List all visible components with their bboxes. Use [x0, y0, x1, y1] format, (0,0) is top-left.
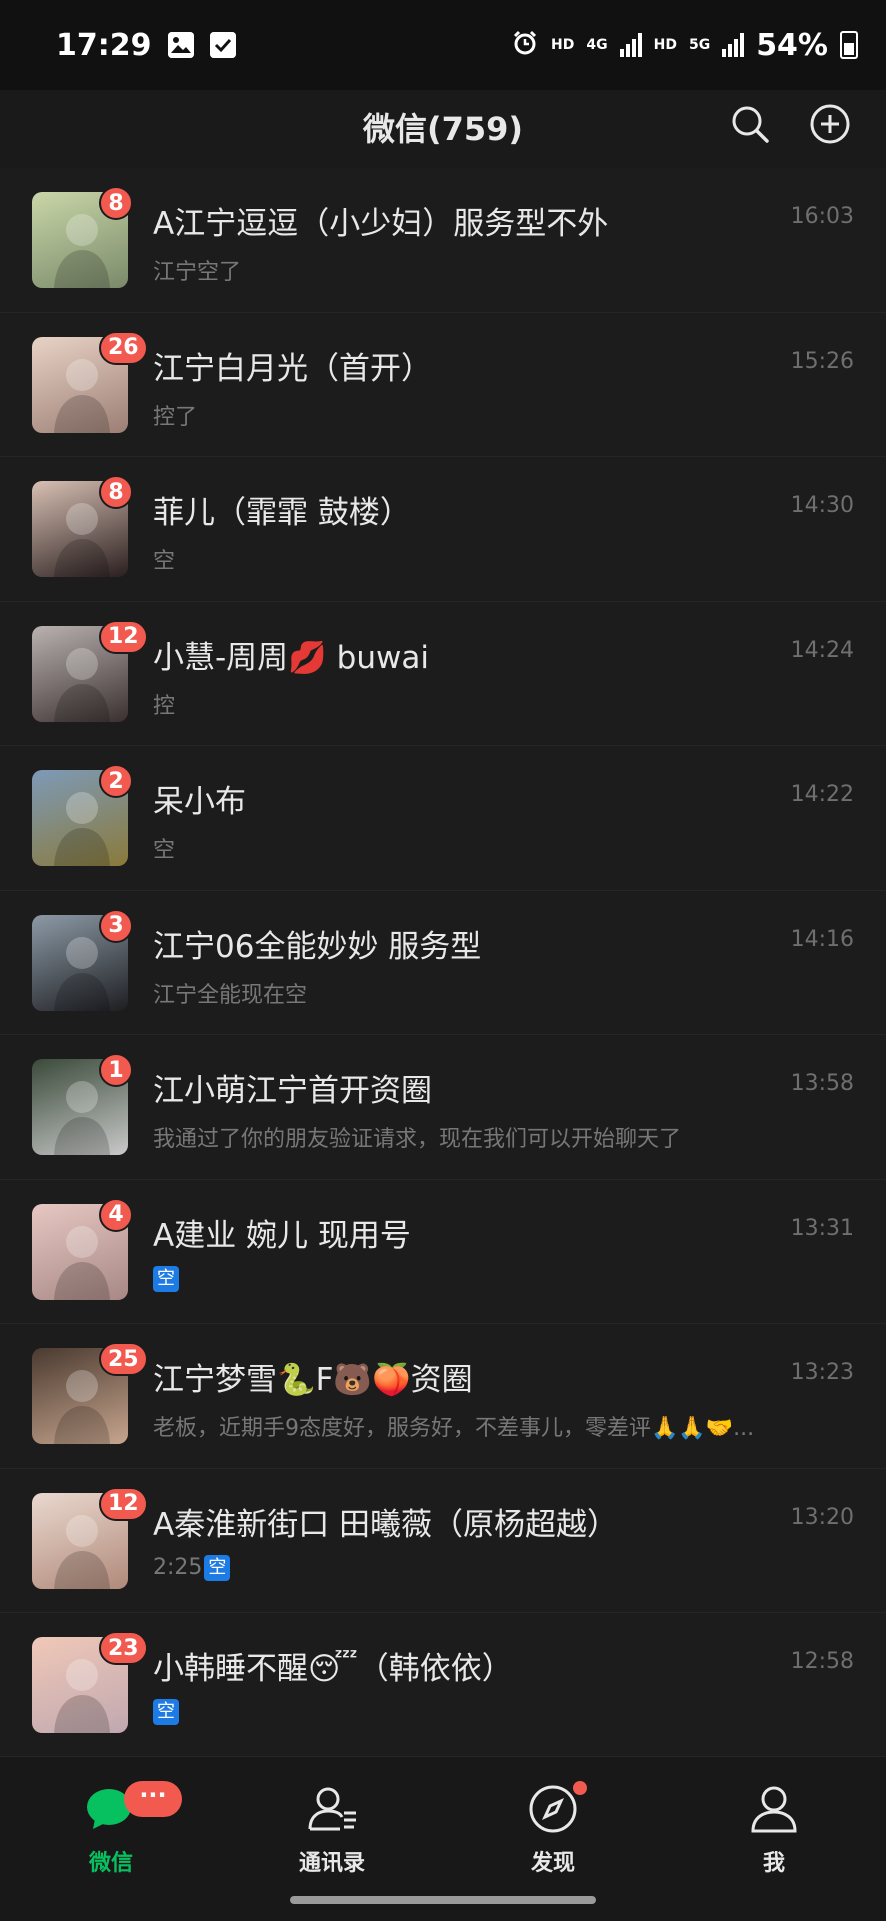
chat-name: 江宁梦雪🐍F🐻🍑资圈 — [153, 1362, 473, 1398]
chat-row[interactable]: 8 菲儿（霏霏 鼓楼） 空 14:30 — [0, 457, 886, 602]
chat-preview-text: 2:25 — [153, 1554, 203, 1580]
chat-name: 江小萌江宁首开资圈 — [153, 1073, 432, 1109]
tab-chats-label: 微信 — [88, 1851, 133, 1876]
unread-badge: 8 — [99, 186, 133, 220]
chat-name: A江宁逗逗（小少妇）服务型不外 — [153, 206, 609, 242]
chat-unread-badge: ··· — [124, 1781, 182, 1817]
network-hd-label: HD — [551, 37, 575, 53]
unread-badge: 12 — [99, 1486, 148, 1521]
status-tag: 空 — [153, 1265, 179, 1292]
chat-row[interactable]: 1 江小萌江宁首开资圈我通过了你的朋友验证请求，现在我们可以开始聊天了 13:58 — [0, 1035, 886, 1180]
chat-row[interactable]: 23 小韩睡不醒😴（韩依依） 空 12:58 — [0, 1613, 886, 1758]
unread-badge: 1 — [99, 1053, 133, 1087]
unread-badge: 25 — [99, 1342, 148, 1376]
chat-name: 小慧-周周💋 buwai — [153, 639, 429, 676]
chat-time: 16:03 — [790, 204, 854, 229]
chat-name: A建业 婉儿 现用号 — [153, 1217, 411, 1254]
chat-time: 14:24 — [790, 637, 854, 663]
search-icon — [732, 106, 769, 143]
unread-badge: 12 — [99, 619, 148, 654]
discover-dot-badge — [573, 1781, 587, 1795]
tab-me[interactable]: 我 — [694, 1783, 854, 1877]
checkbox-icon — [209, 32, 236, 58]
status-tag: 空 — [153, 1699, 179, 1725]
status-time: 17:29 — [56, 27, 152, 63]
image-icon — [167, 32, 194, 58]
chat-row[interactable]: 3 江宁06全能妙妙 服务型江宁全能现在空 14:16 — [0, 890, 886, 1035]
chat-row[interactable]: 4 A建业 婉儿 现用号空 13:31 — [0, 1179, 886, 1324]
chat-preview: 江宁全能现在空 — [153, 982, 308, 1008]
unread-badge: 26 — [99, 330, 148, 365]
network-5g-label: 5G — [688, 37, 711, 53]
chat-time: 13:20 — [790, 1504, 854, 1530]
plus-circle-icon — [810, 104, 850, 144]
top-nav-bar: 微信(759) — [0, 90, 886, 168]
chat-name: 江宁06全能妙妙 服务型 — [153, 928, 482, 965]
tab-discover[interactable]: 发现 — [473, 1781, 633, 1877]
chat-preview: 空 — [153, 549, 176, 574]
contacts-icon — [306, 1783, 358, 1835]
chat-time: 14:16 — [790, 926, 854, 952]
chat-preview: 江宁空了 — [153, 260, 242, 285]
unread-badge: 2 — [99, 764, 133, 798]
tab-contacts[interactable]: 通讯录 — [252, 1783, 412, 1877]
chat-preview: 2:25 空 — [153, 1554, 231, 1581]
search-button[interactable] — [726, 100, 774, 148]
tab-discover-label: 发现 — [530, 1851, 575, 1876]
chat-time: 15:26 — [790, 348, 854, 374]
compass-icon — [527, 1781, 587, 1835]
chat-name: 江宁白月光（首开） — [153, 350, 432, 387]
chat-preview: 控 — [153, 693, 176, 719]
chat-row[interactable]: 12 A秦淮新街口 田曦薇（原杨超越） 2:25 空 13:20 — [0, 1468, 886, 1613]
person-icon — [748, 1783, 800, 1835]
chat-time: 12:58 — [790, 1649, 854, 1674]
add-button[interactable] — [806, 100, 854, 148]
chat-time: 13:31 — [790, 1215, 854, 1241]
chat-preview: 老板，近期手9态度好，服务好，不差事儿，零差评🙏🙏🤝... — [153, 1416, 755, 1441]
unread-badge: 4 — [99, 1197, 133, 1232]
unread-badge: 3 — [99, 908, 133, 943]
chat-time: 14:22 — [790, 782, 854, 807]
home-indicator — [290, 1896, 596, 1904]
chat-name: 呆小布 — [153, 784, 246, 820]
chat-preview: 控了 — [153, 404, 198, 430]
unread-badge: 8 — [99, 475, 133, 509]
chat-row[interactable]: 25 江宁梦雪🐍F🐻🍑资圈老板，近期手9态度好，服务好，不差事儿，零差评🙏🙏🤝..… — [0, 1324, 886, 1469]
chat-name: 小韩睡不醒😴（韩依依） — [153, 1651, 513, 1687]
signal-icon-2 — [722, 33, 745, 57]
chat-name: 菲儿（霏霏 鼓楼） — [153, 495, 411, 531]
network-4g-label: 4G — [586, 37, 608, 53]
tab-contacts-label: 通讯录 — [298, 1851, 365, 1876]
status-bar: 17:29 HD 4G HD 5G 54% — [0, 0, 886, 90]
chat-name: A秦淮新街口 田曦薇（原杨超越） — [153, 1506, 619, 1543]
chat-preview: 空 — [153, 838, 176, 863]
signal-icon — [619, 33, 642, 57]
chat-row[interactable]: 12 小慧-周周💋 buwai 控 14:24 — [0, 601, 886, 746]
chat-row[interactable]: 2 呆小布空 14:22 — [0, 746, 886, 891]
chat-time: 14:30 — [790, 493, 854, 518]
chat-list: 8 A江宁逗逗（小少妇）服务型不外江宁空了 16:03 26 江宁白月光（首开） 控了 15… — [0, 168, 886, 1758]
chat-time: 13:58 — [790, 1071, 854, 1096]
chat-row[interactable]: 26 江宁白月光（首开） 控了 15:26 — [0, 312, 886, 457]
network-hd-label-2: HD — [653, 37, 677, 53]
battery-icon — [840, 31, 858, 59]
unread-badge: 23 — [99, 1631, 148, 1665]
chat-preview: 我通过了你的朋友验证请求，现在我们可以开始聊天了 — [153, 1127, 682, 1152]
battery-percent: 54% — [756, 27, 828, 63]
status-tag: 空 — [204, 1554, 231, 1581]
tab-me-label: 我 — [762, 1851, 785, 1876]
chat-row[interactable]: 8 A江宁逗逗（小少妇）服务型不外江宁空了 16:03 — [0, 168, 886, 313]
chat-preview: 空 — [153, 1265, 179, 1292]
chat-time: 13:23 — [790, 1360, 854, 1385]
alarm-icon — [511, 29, 539, 61]
chat-preview: 空 — [153, 1699, 179, 1725]
